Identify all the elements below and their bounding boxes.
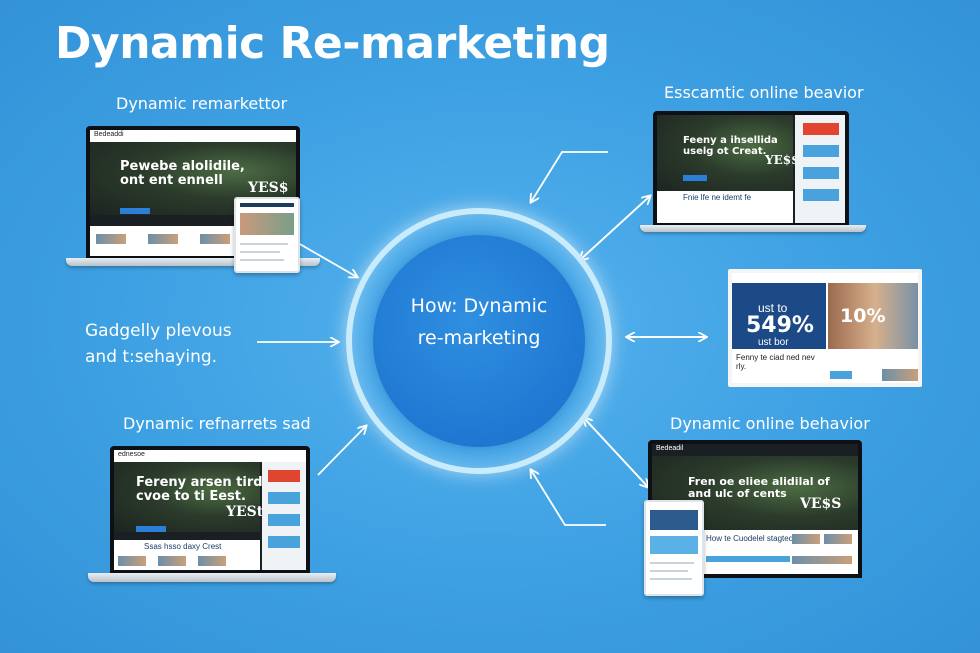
monitor-screen: ust to 549% ust bor 10% Fenny te ciad ne… — [728, 269, 922, 387]
mobile-image — [650, 510, 698, 530]
hero-cta-button — [120, 208, 150, 214]
hero-badge: YES$ — [248, 180, 289, 196]
arrow-bottom-left — [317, 426, 366, 476]
site-navbar: Bedeaddi — [90, 130, 296, 142]
site-navbar: ednesoe — [114, 450, 306, 462]
thumbnail — [96, 234, 126, 244]
promo-button — [830, 371, 852, 379]
hero-headline-2: cvoe to ti Eest. — [136, 489, 246, 504]
arrow-top-right-a — [531, 151, 608, 202]
site-logo: ednesoe — [118, 451, 145, 458]
hero-headline-2: ont ent ennell — [120, 173, 223, 188]
promo-button — [803, 123, 839, 135]
hero-headline-1: Pewebe alolidile, — [120, 159, 245, 174]
mobile-banner — [650, 536, 698, 554]
laptop-screen: ednesoe Fereny arsen tird cvoe to ti Ees… — [110, 446, 310, 574]
footer-text: How te Cuodelel stagtedes — [706, 534, 802, 543]
hero-headline-2: uselg ot Creat. — [683, 146, 767, 157]
promo-percent: 549% — [746, 313, 814, 338]
site-logo: Bedeadil — [656, 445, 684, 452]
content-strip: Ssas hsso daxy Crest — [114, 540, 260, 570]
arrow-bottom-right-b — [531, 470, 606, 526]
mobile-mockup — [234, 197, 300, 273]
promo-button — [268, 470, 300, 482]
footer-text: Fenny te ciad ned nev rly. — [736, 353, 815, 371]
laptop-base — [640, 225, 866, 232]
arrow-bottom-right-a-back — [584, 418, 649, 488]
site-navbar: Bedeadil — [652, 444, 858, 456]
footer-text: Fnie lfe ne idemt fe — [683, 193, 752, 202]
laptop-screen: Feeny a ihsellida uselg ot Creat. YE$$ F… — [653, 111, 849, 227]
hero-headline-2: and ulc of cents — [688, 487, 787, 500]
thumbnail — [200, 234, 230, 244]
hero-badge: VE$S — [800, 496, 842, 512]
ad-sidebar — [795, 115, 845, 223]
site-navbar — [732, 273, 918, 283]
content-strip: Fnie lfe ne idemt fe — [657, 191, 793, 223]
ad-sidebar — [262, 462, 306, 570]
promo-photo: 10% — [828, 283, 918, 349]
thumbnail — [882, 369, 918, 381]
promo-banner: ust to 549% ust bor — [732, 283, 826, 349]
promo-discount: 10% — [840, 305, 886, 327]
center-label-line2: re-marketing — [417, 327, 541, 349]
hero-headline-1: Fereny arsen tird — [136, 475, 263, 490]
site-logo: Bedeaddi — [94, 131, 124, 138]
center-label-line1: How: Dynamic — [410, 295, 548, 317]
footer-text: Ssas hsso daxy Crest — [144, 542, 222, 551]
hero-badge: YESt — [226, 504, 264, 520]
thumbnail — [148, 234, 178, 244]
hero-cta-button — [136, 526, 166, 532]
hero-cta-button — [683, 175, 707, 181]
mobile-image — [240, 213, 294, 235]
promo-line-3: ust bor — [758, 337, 789, 348]
mobile-mockup — [644, 500, 704, 596]
center-label: How: Dynamic re-marketing — [373, 290, 585, 354]
hero-headline-1: Feeny a ihsellida — [683, 135, 778, 146]
laptop-base — [88, 573, 336, 582]
